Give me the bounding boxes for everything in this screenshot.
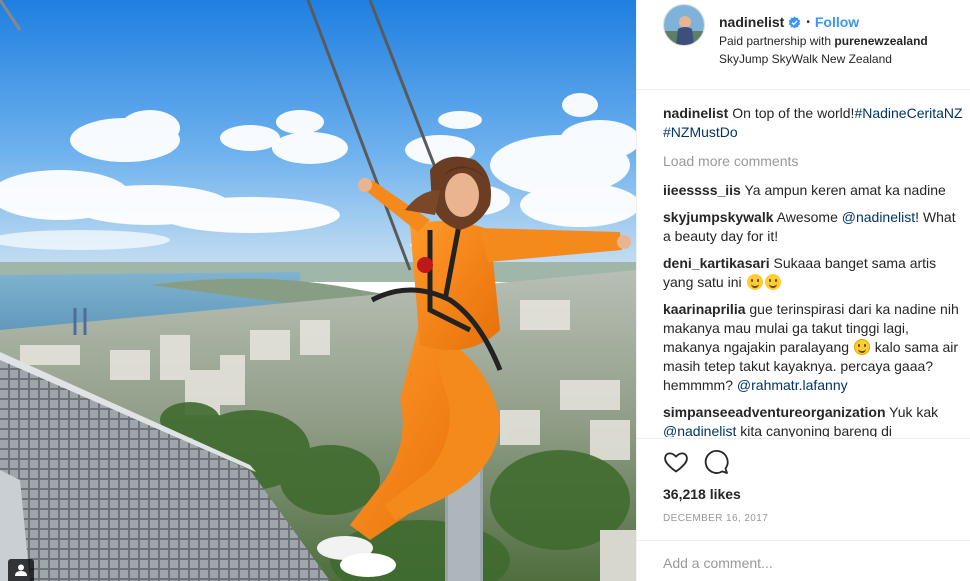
sweat-smile-emoji-icon	[853, 339, 870, 355]
comment-username[interactable]: simpanseeadventureorganization	[663, 404, 886, 420]
heart-icon[interactable]	[663, 449, 689, 475]
comment-text: Awesome	[773, 209, 842, 225]
add-comment-bar	[637, 540, 970, 581]
grinning-emoji-icon	[764, 274, 781, 290]
comments-list: nadinelist On top of the world!#NadineCe…	[663, 104, 963, 437]
comment-text: Yuk kak	[885, 404, 939, 420]
comment-mention[interactable]: @rahmatr.lafanny	[737, 377, 848, 393]
user-tag-button[interactable]	[8, 559, 34, 581]
list-item: skyjumpskywalk Awesome @nadinelist! What…	[663, 208, 963, 246]
post-actions: 36,218 likes DECEMBER 16, 2017	[637, 438, 970, 528]
comment-username[interactable]: deni_kartikasari	[663, 255, 770, 271]
post-side-panel: nadinelist • Follow Paid partnership wit…	[636, 0, 970, 581]
caption-username[interactable]: nadinelist	[663, 105, 728, 121]
avatar[interactable]	[663, 4, 705, 46]
add-comment-input[interactable]	[663, 553, 943, 573]
avatar-image	[664, 5, 704, 45]
list-item: iieessss_iis Ya ampun keren amat ka nadi…	[663, 181, 963, 200]
comment-icon[interactable]	[703, 449, 729, 475]
photo-scene	[0, 0, 636, 581]
post-caption: nadinelist On top of the world!#NadineCe…	[663, 104, 963, 142]
comment-username[interactable]: kaarinaprilia	[663, 301, 746, 317]
comment-text: Ya ampun keren amat ka nadine	[740, 182, 946, 198]
partner-link[interactable]: purenewzealand	[834, 34, 927, 48]
location-link[interactable]: SkyJump SkyWalk New Zealand	[719, 51, 969, 67]
partnership-line: Paid partnership with purenewzealand	[719, 33, 969, 49]
separator-dot: •	[806, 16, 810, 28]
grinning-emoji-icon	[746, 274, 763, 290]
follow-button[interactable]: Follow	[815, 14, 859, 30]
post-photo[interactable]	[0, 0, 636, 581]
caption-text: On top of the world!	[728, 105, 855, 121]
header-text: nadinelist • Follow Paid partnership wit…	[719, 13, 969, 67]
load-more-comments-button[interactable]: Load more comments	[663, 152, 963, 171]
post-header: nadinelist • Follow Paid partnership wit…	[637, 0, 970, 90]
comment-text: kita canyoning bareng di	[736, 423, 893, 437]
likes-count[interactable]: 36,218 likes	[663, 486, 741, 502]
comment-username[interactable]: skyjumpskywalk	[663, 209, 774, 225]
partnership-prefix: Paid partnership with	[719, 34, 835, 48]
verified-badge-icon	[789, 15, 801, 29]
comment-mention[interactable]: @nadinelist	[842, 209, 915, 225]
comment-username[interactable]: iieessss_iis	[663, 182, 741, 198]
list-item: kaarinaprilia gue terinspirasi dari ka n…	[663, 300, 963, 395]
list-item: simpanseeadventureorganization Yuk kak @…	[663, 403, 963, 437]
header-username[interactable]: nadinelist	[719, 14, 784, 30]
post-date: DECEMBER 16, 2017	[663, 513, 769, 524]
list-item: deni_kartikasari Sukaaa banget sama arti…	[663, 254, 963, 292]
comment-mention[interactable]: @nadinelist	[663, 423, 736, 437]
person-icon	[15, 564, 27, 576]
